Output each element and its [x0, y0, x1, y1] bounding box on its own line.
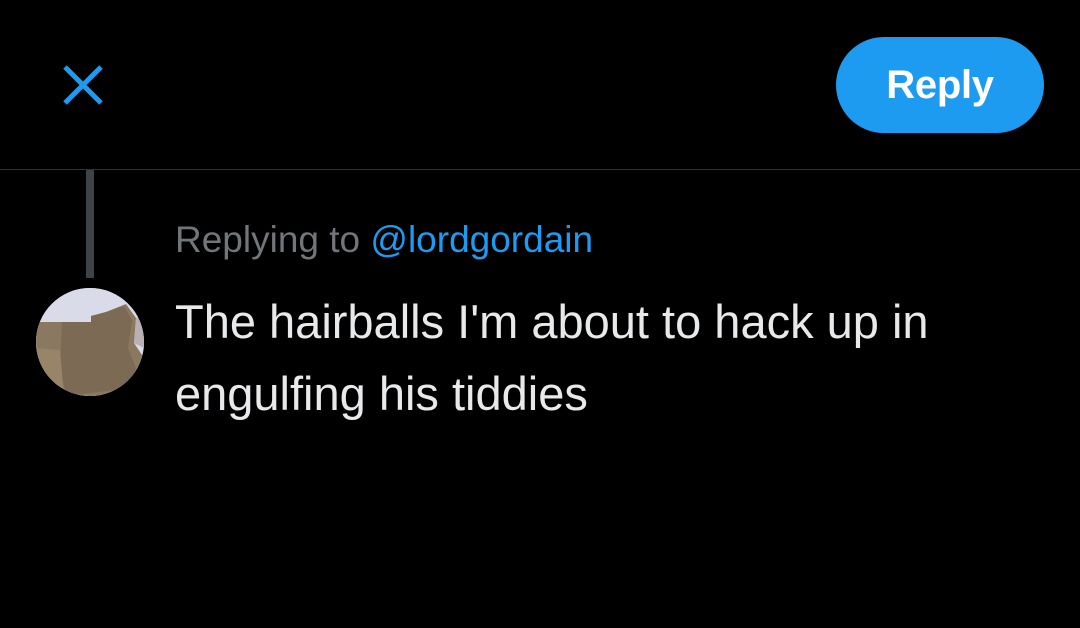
replying-to-line: Replying to @lordgordain	[175, 216, 593, 264]
replying-to-handle[interactable]: @lordgordain	[370, 219, 593, 260]
close-icon	[63, 65, 103, 105]
close-button[interactable]	[52, 54, 114, 116]
thread-connector-line	[86, 170, 94, 278]
top-bar: Reply	[0, 0, 1080, 170]
replying-to-label: Replying to	[175, 219, 361, 260]
reply-text-content[interactable]: The hairballs I'm about to hack up in en…	[175, 286, 1055, 430]
avatar[interactable]	[36, 288, 144, 396]
reply-button[interactable]: Reply	[836, 37, 1044, 133]
compose-reply-screen: Reply Replying to @lordgordain The hairb…	[0, 0, 1080, 628]
avatar-image	[36, 288, 144, 396]
